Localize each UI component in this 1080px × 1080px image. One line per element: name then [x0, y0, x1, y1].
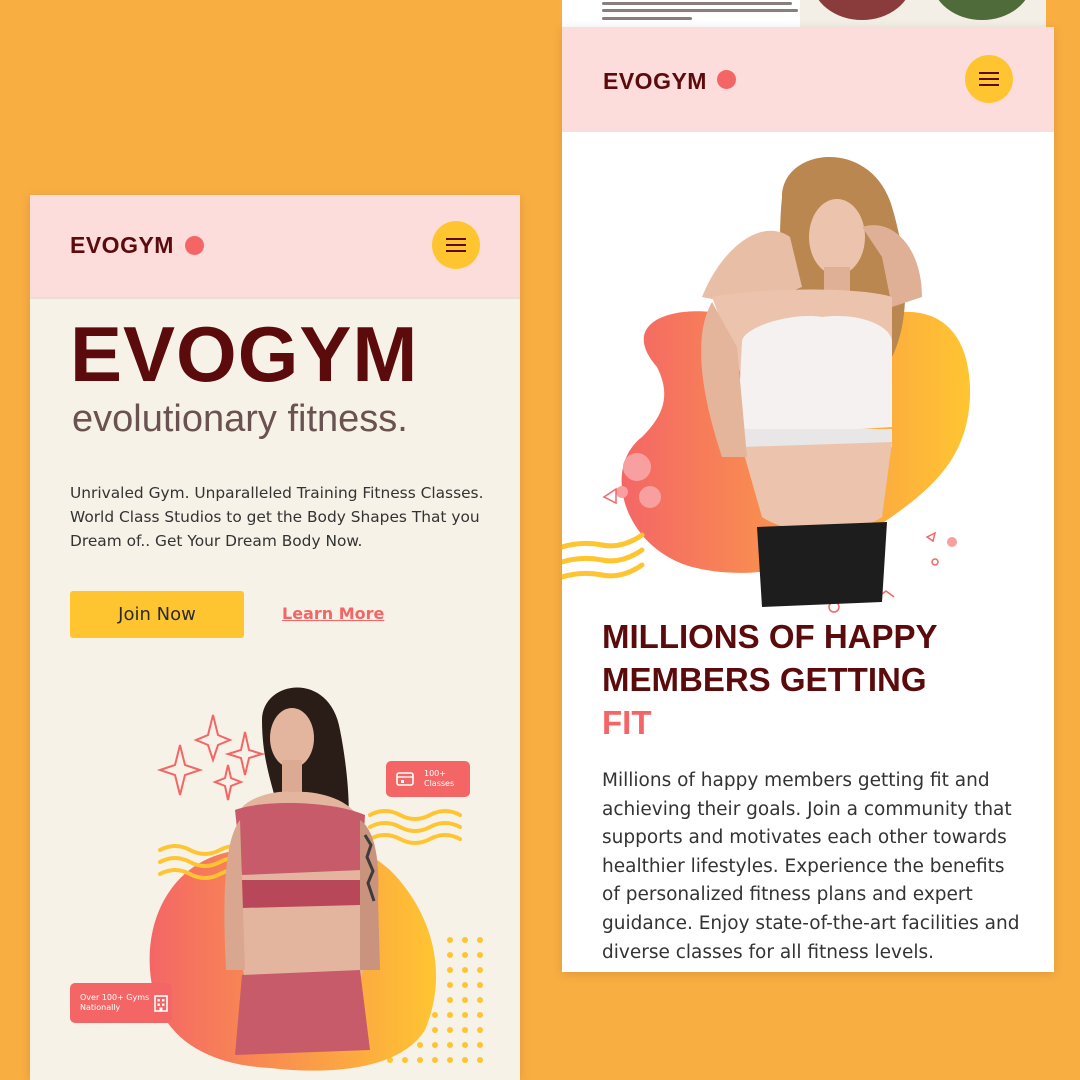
- left-screen: EVOGYM EVOGYM evolutionary fitness. Unri…: [30, 195, 520, 1080]
- members-illustration: [562, 157, 971, 613]
- logo[interactable]: EVOGYM: [603, 68, 707, 95]
- right-screen: EVOGYM MILLIONS OF HAPPY MEMBERS GETTING…: [562, 27, 1054, 972]
- section-title: MILLIONS OF HAPPY MEMBERS GETTING FIT: [602, 615, 938, 744]
- menu-button[interactable]: [965, 55, 1013, 103]
- wave-lines: [562, 532, 645, 580]
- section-title-line: MEMBERS GETTING: [602, 661, 927, 698]
- preview-food-image: [932, 0, 1032, 20]
- navbar: EVOGYM: [562, 27, 1054, 132]
- logo-dot: [717, 70, 736, 89]
- preview-text-block: [562, 0, 800, 27]
- join-now-button[interactable]: Join Now: [70, 591, 244, 638]
- learn-more-link[interactable]: Learn More: [282, 604, 384, 623]
- building-icon: [154, 995, 168, 1012]
- section-title-line: MILLIONS OF HAPPY: [602, 618, 938, 655]
- navbar: EVOGYM: [30, 195, 520, 299]
- gyms-badge-text: Over 100+ Gyms Nationally: [80, 993, 150, 1012]
- hero-subtitle: evolutionary fitness.: [72, 398, 408, 440]
- gyms-badge: Over 100+ Gyms Nationally: [70, 983, 172, 1023]
- partial-screen-preview: [562, 0, 1046, 27]
- ticket-icon: [396, 772, 414, 786]
- section-title-accent: FIT: [602, 704, 652, 741]
- hero-description: Unrivaled Gym. Unparalleled Training Fit…: [70, 484, 484, 550]
- section-description: Millions of happy members getting fit an…: [602, 770, 1020, 963]
- preview-food-image: [812, 0, 912, 20]
- classes-badge-text: 100+ Classes: [424, 769, 455, 788]
- logo[interactable]: EVOGYM: [70, 232, 174, 259]
- menu-button[interactable]: [432, 221, 480, 269]
- hero-title: EVOGYM: [70, 310, 419, 398]
- sparkle-icons: [156, 714, 266, 801]
- classes-badge: 100+ Classes: [386, 761, 470, 797]
- logo-dot: [185, 236, 204, 255]
